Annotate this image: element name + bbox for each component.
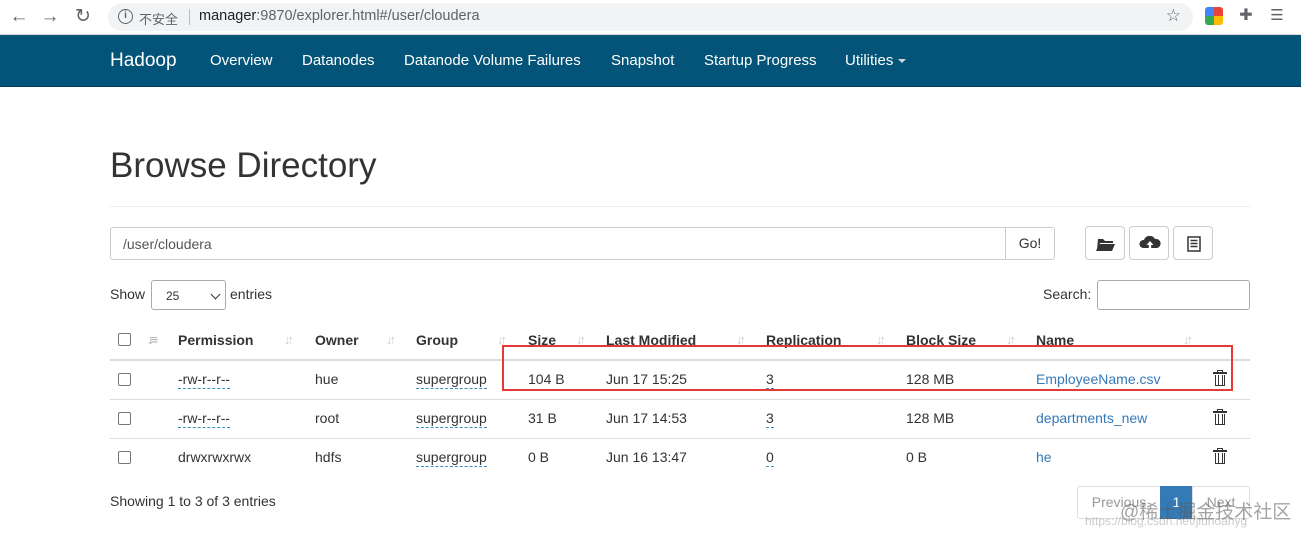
caret-down-icon [898,59,907,64]
insecure-label: 不安全 [139,12,179,27]
file-name-link[interactable]: departments_new [1036,410,1147,426]
row-checkbox[interactable] [118,412,131,425]
chevron-down-icon [210,289,221,300]
cell-replication[interactable]: 0 [766,449,774,467]
nav-startup-progress[interactable]: Startup Progress [704,52,817,69]
watermark-url: https://blog.csdn.net/jiuhoanyg [1085,514,1248,528]
search-label: Search: [1043,286,1092,302]
cell-group[interactable]: supergroup [416,371,487,389]
directory-name-link[interactable]: he [1036,449,1052,465]
cell-group[interactable]: supergroup [416,449,487,467]
cell-replication[interactable]: 3 [766,410,774,428]
page-size-select[interactable]: 25 [151,280,226,310]
cell-owner: root [315,410,340,426]
nav-volume-failures[interactable]: Datanode Volume Failures [404,52,581,69]
brand-logo[interactable]: Hadoop [110,50,177,72]
address-divider [189,9,190,25]
directory-path-input[interactable] [110,227,1006,260]
cell-permission[interactable]: -rw-r--r-- [178,410,231,428]
row-divider [110,438,1250,439]
row-divider [110,399,1250,400]
page-title: Browse Directory [110,146,377,185]
address-url[interactable]: manager:9870/explorer.html#/user/clouder… [199,8,480,24]
nav-utilities-label: Utilities [845,52,894,69]
select-all-checkbox[interactable] [118,333,131,346]
forward-arrow-icon[interactable]: → [38,6,62,28]
upload-button[interactable] [1129,226,1169,260]
nav-snapshot[interactable]: Snapshot [611,52,674,69]
cut-paste-button[interactable] [1173,226,1213,260]
title-divider [110,206,1250,207]
cell-permission[interactable]: drwxrwxrwx [178,449,251,467]
reload-icon[interactable]: ↻ [71,6,95,28]
header-owner[interactable]: Owner [315,332,359,348]
extensions-puzzle-icon[interactable]: ✚ [1237,7,1255,25]
url-path: :9870/explorer.html#/user/cloudera [256,8,480,24]
cell-owner: hue [315,371,339,387]
info-icon[interactable]: i [118,9,133,24]
highlight-annotation [502,345,1233,391]
top-navbar: Hadoop Overview Datanodes Datanode Volum… [0,35,1301,87]
cell-block-size: 128 MB [906,410,955,426]
nav-utilities[interactable]: Utilities [845,52,907,69]
cloud-upload-icon [1139,235,1161,250]
cell-permission[interactable]: -rw-r--r-- [178,371,231,389]
sort-icon[interactable]: ↓↑ [284,332,294,347]
sort-icon[interactable]: ↓↑ [386,332,396,347]
color-extension-icon[interactable] [1205,7,1223,25]
nav-datanodes[interactable]: Datanodes [302,52,375,69]
folder-open-icon [1096,239,1115,251]
nav-overview[interactable]: Overview [210,52,273,69]
entries-label: entries [230,286,273,302]
page-size-value: 25 [166,289,180,303]
address-bar[interactable]: i 不安全 manager:9870/explorer.html#/user/c… [108,3,1193,31]
cell-modified: Jun 17 14:53 [606,410,687,426]
browser-toolbar: ← → ↻ i 不安全 manager:9870/explorer.html#/… [0,0,1301,35]
trash-icon[interactable] [1213,448,1227,464]
cell-block-size: 0 B [906,449,928,465]
trash-icon[interactable] [1213,409,1227,425]
url-host: manager [199,8,257,24]
cell-size: 31 B [528,410,557,426]
back-arrow-icon[interactable]: ← [7,6,31,28]
row-checkbox[interactable] [118,373,131,386]
go-button[interactable]: Go! [1005,227,1055,260]
cell-size: 0 B [528,449,550,465]
row-checkbox[interactable] [118,451,131,464]
header-group[interactable]: Group [416,332,458,348]
cell-group[interactable]: supergroup [416,410,487,428]
cell-modified: Jun 16 13:47 [606,449,687,465]
header-permission[interactable]: Permission [178,332,253,348]
cell-owner: hdfs [315,449,342,465]
search-input[interactable] [1097,280,1250,310]
table-info: Showing 1 to 3 of 3 entries [110,493,276,509]
list-document-icon [1187,236,1201,252]
show-label: Show [110,286,146,302]
create-directory-button[interactable] [1085,226,1125,260]
bookmark-star-icon[interactable]: ☆ [1166,6,1181,26]
reading-list-icon[interactable]: ☰ [1268,7,1286,25]
sort-amount-icon[interactable]: ↓≡ [147,332,158,347]
